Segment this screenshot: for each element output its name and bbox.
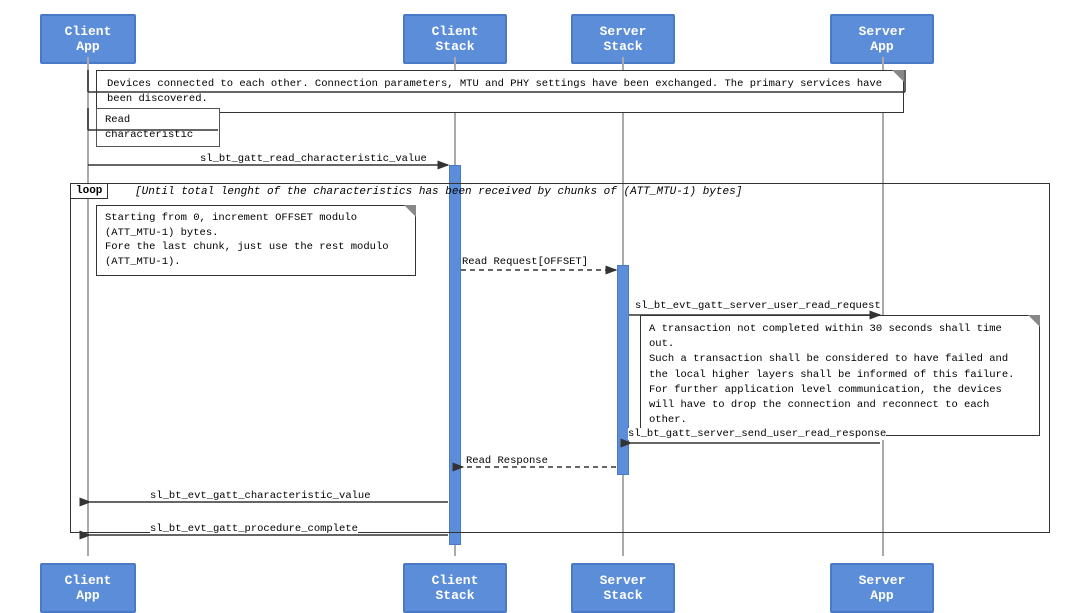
read-characteristic-note: Read characteristic xyxy=(96,108,220,147)
timeout-note: A transaction not completed within 30 se… xyxy=(640,315,1040,436)
actor-client-app-bottom: Client App xyxy=(40,563,136,613)
label-sl-bt-evt-procedure: sl_bt_evt_gatt_procedure_complete xyxy=(150,523,358,535)
label-sl-bt-evt-server-read: sl_bt_evt_gatt_server_user_read_request xyxy=(635,300,881,312)
label-sl-bt-gatt-read: sl_bt_gatt_read_characteristic_value xyxy=(200,153,427,165)
offset-note: Starting from 0, increment OFFSET modulo… xyxy=(96,205,416,276)
label-sl-bt-gatt-server-send: sl_bt_gatt_server_send_user_read_respons… xyxy=(628,428,886,440)
connection-note: Devices connected to each other. Connect… xyxy=(96,70,904,113)
actor-server-stack-bottom: Server Stack xyxy=(571,563,675,613)
sequence-diagram: Client App Client Stack Server Stack Ser… xyxy=(0,0,1080,613)
label-read-request: Read Request[OFFSET] xyxy=(462,256,588,268)
actor-server-app-bottom: Server App xyxy=(830,563,934,613)
actor-client-stack-bottom: Client Stack xyxy=(403,563,507,613)
loop-condition: [Until total lenght of the characteristi… xyxy=(135,186,742,198)
loop-label: loop xyxy=(70,183,108,199)
label-read-response: Read Response xyxy=(466,455,548,467)
label-sl-bt-evt-gatt-char: sl_bt_evt_gatt_characteristic_value xyxy=(150,490,371,502)
